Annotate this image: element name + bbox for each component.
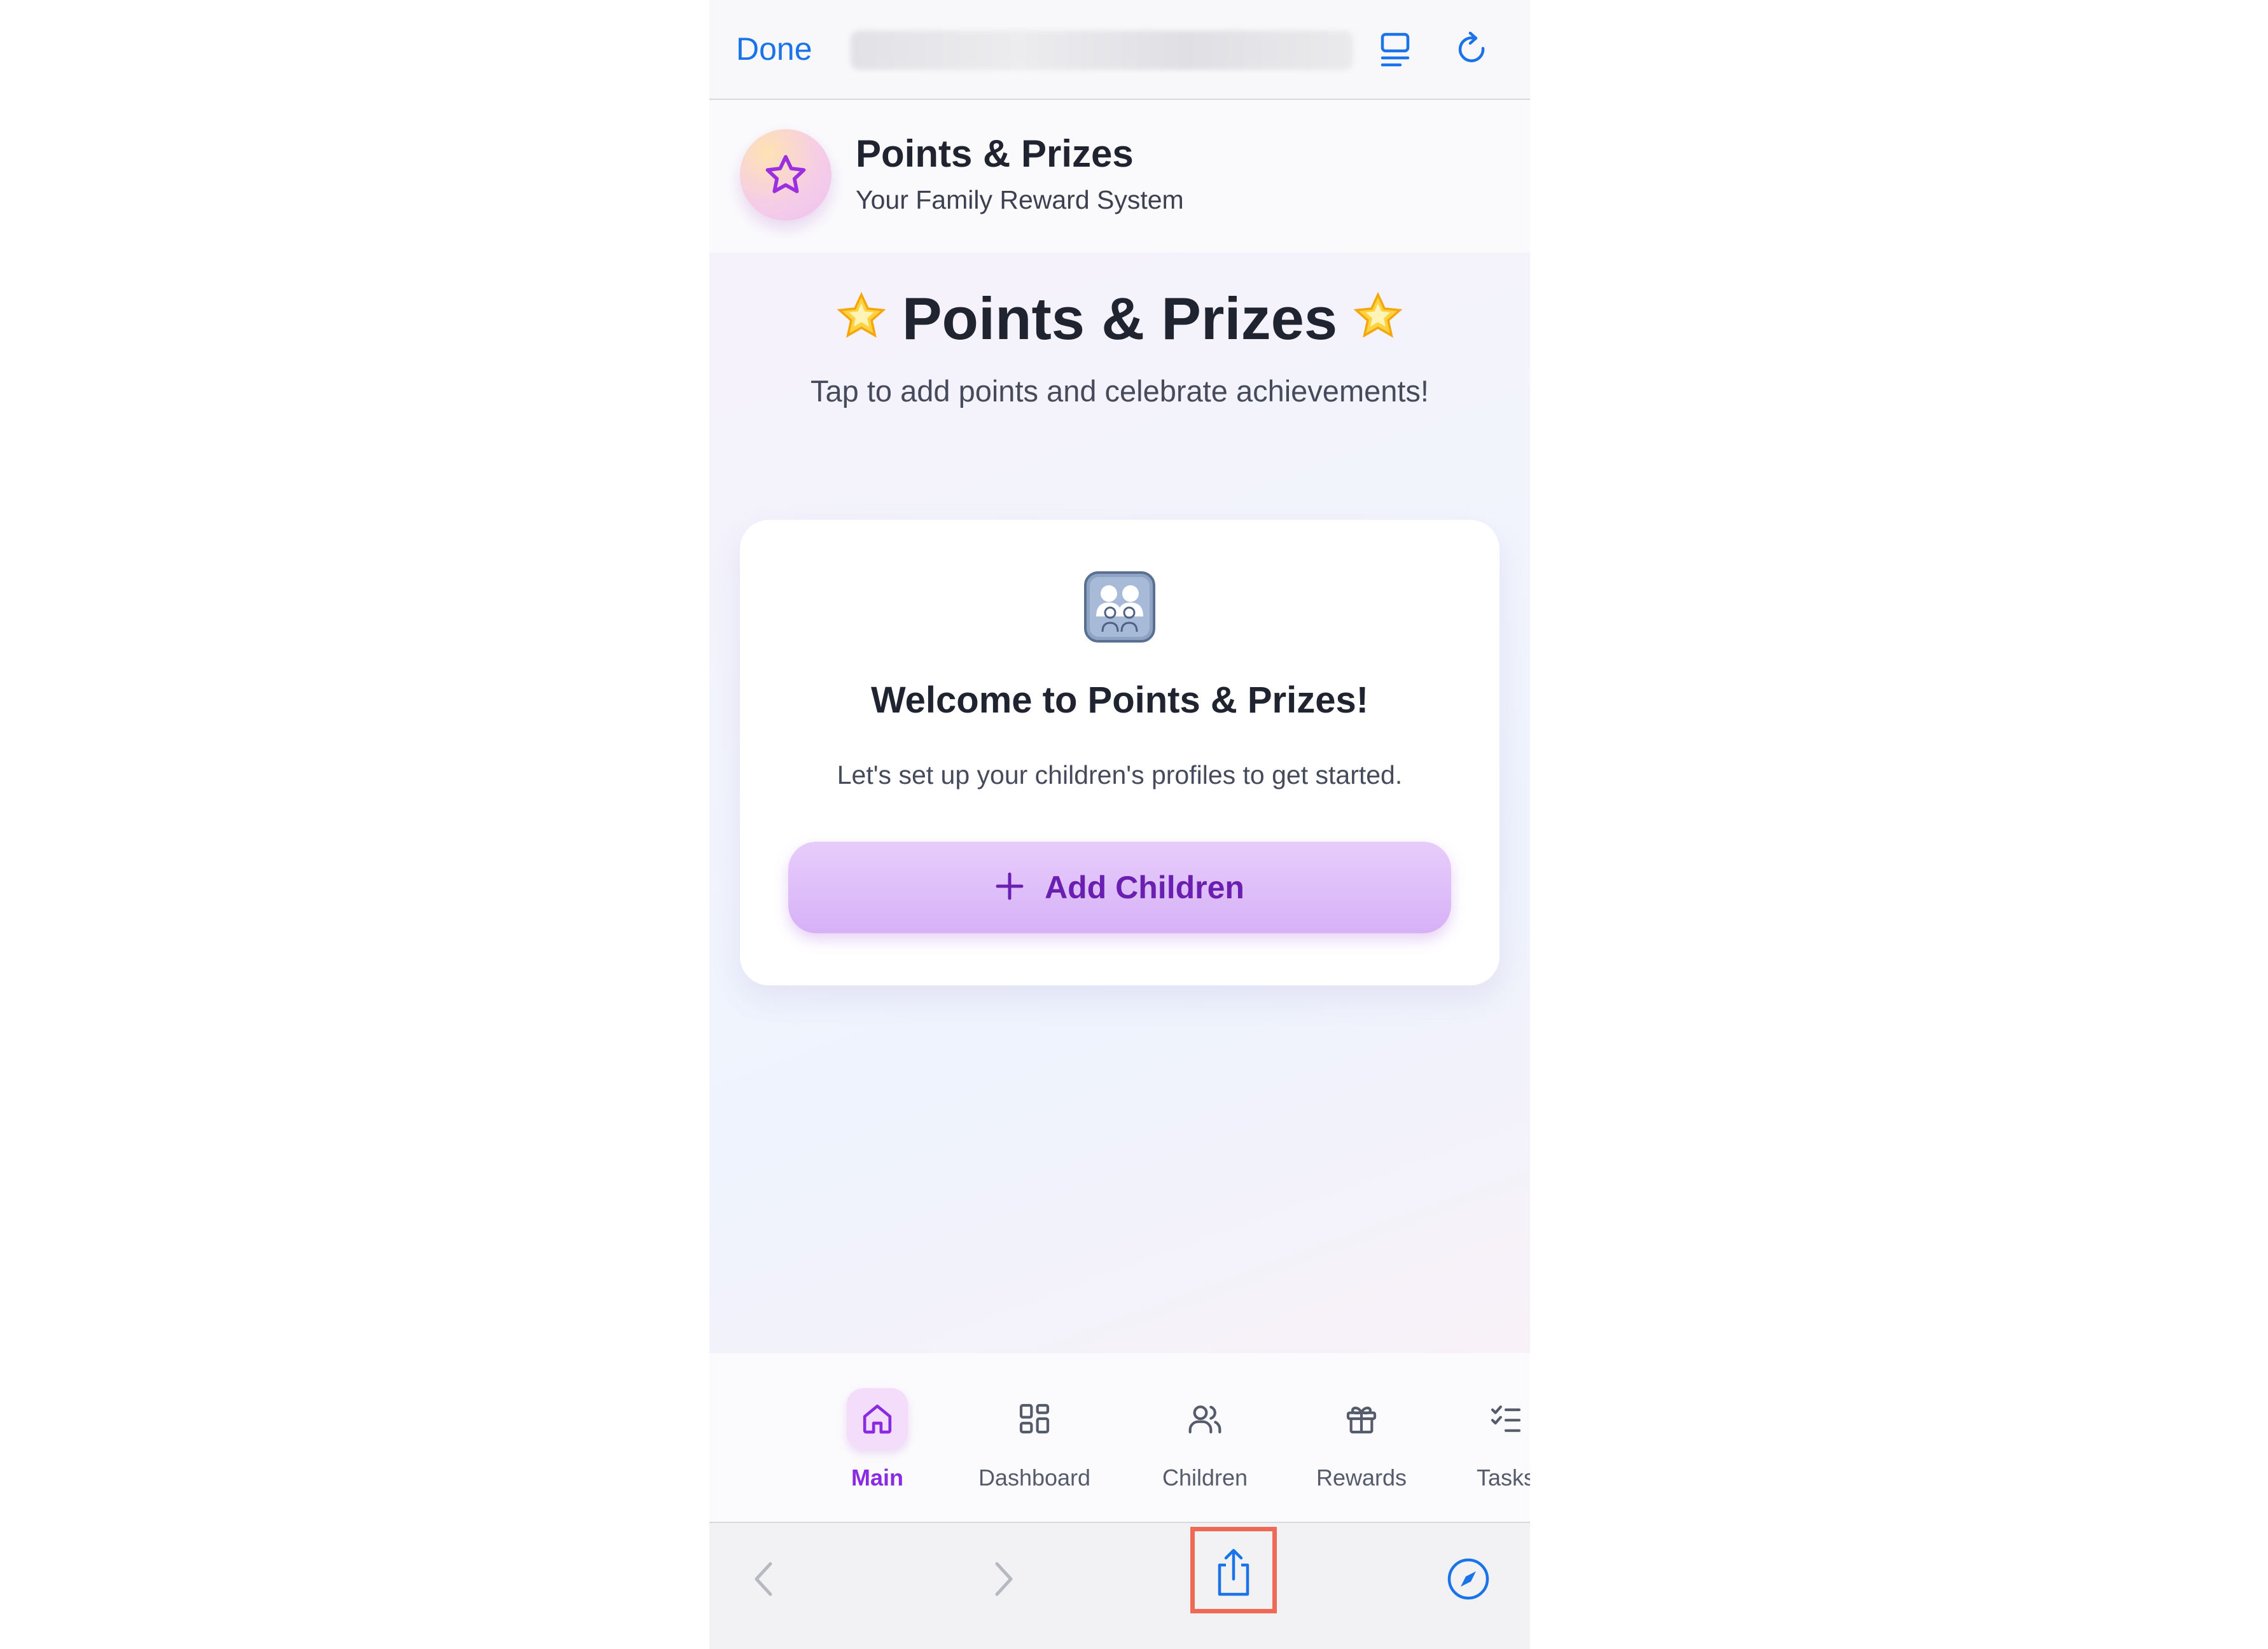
app-logo xyxy=(740,129,831,221)
add-children-button[interactable]: Add Children xyxy=(788,842,1451,933)
main-content: Points & Prizes Tap to add points and ce… xyxy=(709,253,1530,1353)
star-icon xyxy=(765,155,806,193)
nav-item-dashboard[interactable]: Dashboard xyxy=(971,1388,1098,1509)
browser-bottom-bar xyxy=(709,1523,1530,1649)
nav-item-tasks[interactable]: Tasks xyxy=(1442,1388,1530,1509)
reload-icon[interactable] xyxy=(1455,29,1492,71)
glowing-star-icon xyxy=(1351,289,1405,358)
checklist-icon xyxy=(1475,1388,1530,1449)
nav-label-main: Main xyxy=(851,1465,903,1491)
bottom-navigation: Main Dashboard Children Rewards Tasks xyxy=(709,1353,1530,1523)
hero-subtitle: Tap to add points and celebrate achievem… xyxy=(810,374,1429,408)
nav-item-children[interactable]: Children xyxy=(1141,1388,1269,1509)
app-subtitle: Your Family Reward System xyxy=(856,185,1184,214)
glowing-star-icon xyxy=(835,289,888,358)
back-icon[interactable] xyxy=(739,1554,790,1604)
home-icon xyxy=(847,1388,908,1449)
nav-label-rewards: Rewards xyxy=(1316,1465,1407,1491)
nav-item-rewards[interactable]: Rewards xyxy=(1298,1388,1425,1509)
nav-item-main[interactable]: Main xyxy=(814,1388,941,1509)
app-header: Points & Prizes Your Family Reward Syste… xyxy=(709,100,1530,253)
done-button[interactable]: Done xyxy=(736,31,812,67)
add-children-label: Add Children xyxy=(1045,870,1244,905)
url-field[interactable] xyxy=(851,31,1353,70)
nav-label-children: Children xyxy=(1162,1465,1248,1491)
hero-title: Points & Prizes xyxy=(901,285,1338,352)
app-title: Points & Prizes xyxy=(856,132,1134,175)
gift-icon xyxy=(1331,1388,1392,1449)
welcome-title: Welcome to Points & Prizes! xyxy=(870,679,1369,721)
phone-screen: Done Points & Prizes Your Family Reward … xyxy=(709,0,1530,1649)
share-icon[interactable] xyxy=(1208,1547,1259,1598)
family-icon xyxy=(1083,571,1156,643)
plus-icon xyxy=(995,872,1024,904)
nav-label-dashboard: Dashboard xyxy=(978,1465,1091,1491)
compass-icon[interactable] xyxy=(1443,1554,1494,1604)
welcome-card: Welcome to Points & Prizes! Let's set up… xyxy=(740,520,1499,985)
hero-heading: Points & Prizes xyxy=(709,284,1530,358)
grid-icon xyxy=(1004,1388,1065,1449)
browser-top-bar: Done xyxy=(709,0,1530,100)
forward-icon[interactable] xyxy=(978,1554,1029,1604)
nav-label-tasks: Tasks xyxy=(1476,1465,1530,1491)
reader-mode-icon[interactable] xyxy=(1379,29,1416,71)
welcome-text: Let's set up your children's profiles to… xyxy=(837,760,1403,790)
users-icon xyxy=(1174,1388,1235,1449)
